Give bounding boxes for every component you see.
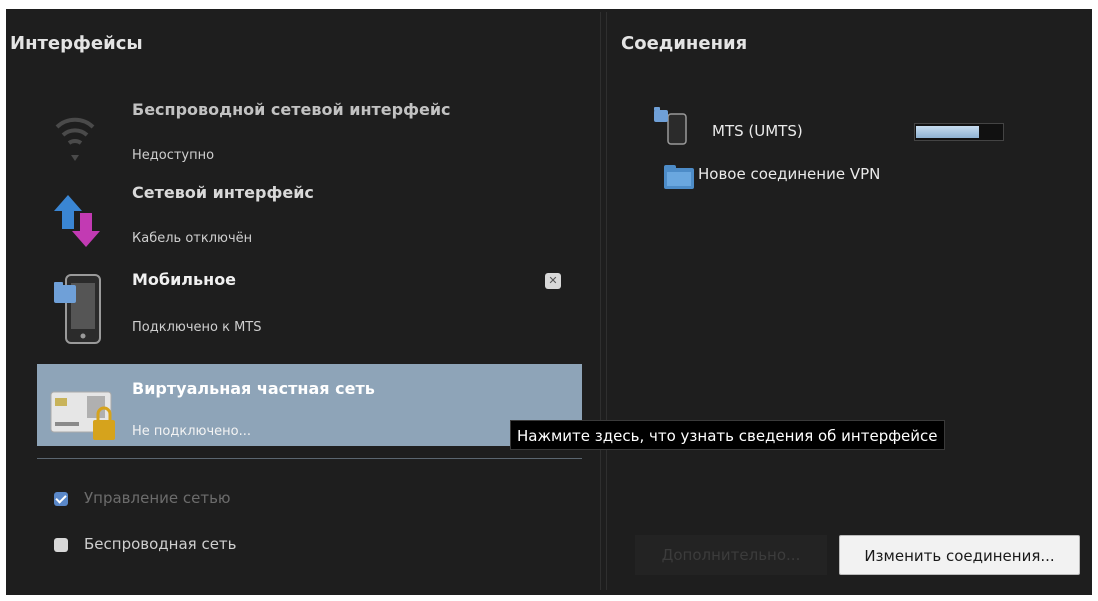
wireless-network-checkbox[interactable] bbox=[54, 538, 68, 552]
interface-item-wired[interactable]: Сетевой интерфейс Кабель отключён bbox=[37, 183, 582, 265]
signal-strength-bar bbox=[914, 123, 1004, 141]
vpn-card-lock-icon bbox=[49, 386, 119, 444]
divider-line bbox=[37, 458, 582, 459]
network-management-label[interactable]: Управление сетью bbox=[84, 489, 231, 507]
interface-status: Подключено к MTS bbox=[132, 320, 262, 335]
interface-status: Не подключено... bbox=[132, 424, 251, 439]
interface-item-mobile[interactable]: Мобильное Подключено к MTS bbox=[37, 270, 582, 352]
network-arrows-icon bbox=[52, 193, 102, 249]
edit-connections-button[interactable]: Изменить соединения... bbox=[839, 535, 1080, 575]
connections-heading: Соединения bbox=[621, 33, 748, 54]
mobile-connection-icon bbox=[652, 104, 692, 146]
interface-status: Кабель отключён bbox=[132, 231, 253, 246]
column-divider bbox=[600, 12, 607, 590]
disconnect-button[interactable]: ✕ bbox=[545, 273, 561, 289]
interface-title: Виртуальная частная сеть bbox=[132, 379, 375, 398]
wireless-network-label[interactable]: Беспроводная сеть bbox=[84, 535, 237, 553]
interface-title: Беспроводной сетевой интерфейс bbox=[132, 100, 451, 119]
interface-item-vpn[interactable]: Виртуальная частная сеть Не подключено..… bbox=[37, 364, 582, 446]
mobile-phone-icon bbox=[52, 273, 104, 345]
interface-tooltip: Нажмите здесь, что узнать сведения об ин… bbox=[510, 420, 945, 450]
signal-strength-fill bbox=[916, 126, 980, 138]
connection-mts-label[interactable]: MTS (UMTS) bbox=[712, 122, 803, 140]
interface-item-wireless[interactable]: Беспроводной сетевой интерфейс Недоступн… bbox=[37, 100, 582, 182]
connection-vpn-new-label[interactable]: Новое соединение VPN bbox=[698, 165, 880, 183]
interface-title: Сетевой интерфейс bbox=[132, 183, 314, 202]
folder-icon bbox=[663, 162, 695, 190]
interfaces-heading: Интерфейсы bbox=[10, 33, 143, 54]
wifi-icon bbox=[52, 105, 98, 165]
interface-title: Мобильное bbox=[132, 270, 237, 289]
advanced-button[interactable]: Дополнительно... bbox=[635, 535, 827, 575]
network-management-checkbox[interactable] bbox=[54, 492, 68, 506]
interface-status: Недоступно bbox=[132, 148, 215, 163]
